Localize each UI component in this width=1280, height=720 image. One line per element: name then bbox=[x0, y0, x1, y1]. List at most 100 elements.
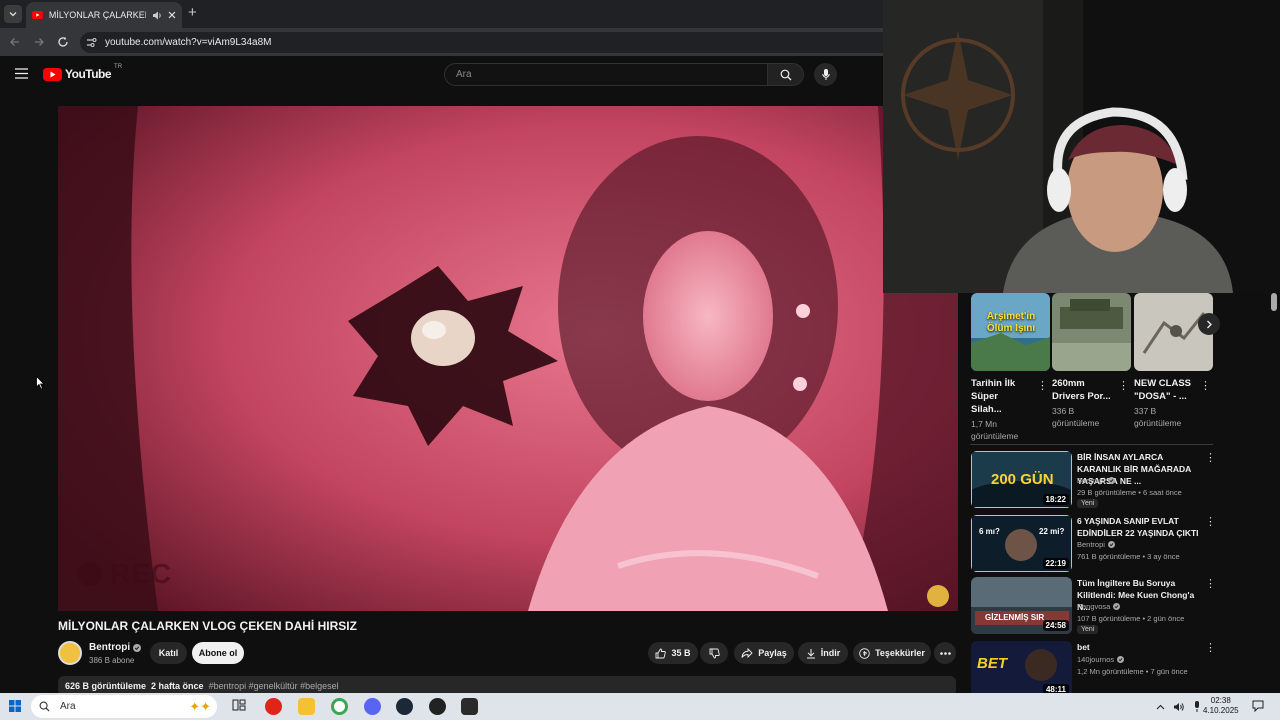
recommended-menu-icon[interactable]: ⋮ bbox=[1205, 641, 1216, 654]
obs-icon[interactable] bbox=[429, 698, 446, 715]
shelf-menu-icon[interactable]: ⋮ bbox=[1118, 379, 1129, 392]
search-button[interactable] bbox=[767, 63, 804, 86]
tab-search-button[interactable] bbox=[4, 5, 22, 23]
reload-button[interactable] bbox=[56, 35, 70, 49]
shelf-views: 337 B bbox=[1134, 406, 1157, 416]
recommended-meta: 761 B görüntüleme • 3 ay önce bbox=[1077, 552, 1180, 561]
recommended-meta: 107 B görüntüleme • 2 gün önce bbox=[1077, 614, 1185, 623]
speaker-icon[interactable] bbox=[152, 11, 162, 20]
video-duration: 24:58 bbox=[1042, 620, 1069, 631]
video-duration: 18:22 bbox=[1042, 494, 1069, 505]
shelf-next-button[interactable] bbox=[1198, 313, 1220, 335]
channel-name[interactable]: Bentropi bbox=[89, 642, 142, 653]
thumbs-down-icon bbox=[709, 648, 720, 658]
thumb-text: GİZLENMİŞ SIR bbox=[985, 613, 1045, 622]
new-badge: Yeni bbox=[1077, 499, 1099, 508]
address-bar[interactable]: youtube.com/watch?v=viAm9L34a8M bbox=[80, 32, 910, 53]
taskbar-search[interactable]: Ara ✦✦ bbox=[31, 695, 217, 718]
webcam-overlay bbox=[883, 0, 1280, 293]
recommended-thumbnail: GİZLENMİŞ SIR 24:58 bbox=[971, 577, 1072, 634]
youtube-logo-icon bbox=[43, 67, 62, 81]
rec-label: REC bbox=[110, 558, 173, 589]
shelf-menu-icon[interactable]: ⋮ bbox=[1037, 379, 1048, 392]
sidebar-scrollbar[interactable] bbox=[1271, 293, 1277, 311]
recommended-channel: Pangvosa bbox=[1077, 602, 1121, 611]
shelf-views-unit: görüntüleme bbox=[971, 431, 1019, 441]
microphone-icon bbox=[821, 68, 830, 80]
chevron-up-icon[interactable] bbox=[1156, 704, 1165, 710]
recommended-menu-icon[interactable]: ⋮ bbox=[1205, 515, 1216, 528]
more-actions-button[interactable] bbox=[934, 642, 956, 664]
region-code: TR bbox=[114, 64, 123, 70]
voice-search-button[interactable] bbox=[814, 63, 837, 86]
clock-time: 02:38 bbox=[1210, 696, 1231, 705]
recommended-menu-icon[interactable]: ⋮ bbox=[1205, 451, 1216, 464]
volume-icon[interactable] bbox=[1173, 702, 1185, 712]
site-info-icon[interactable] bbox=[86, 37, 97, 48]
recommended-title: bet bbox=[1077, 642, 1090, 652]
channel-avatar[interactable] bbox=[58, 641, 82, 665]
shelf-thumbnail bbox=[1052, 293, 1131, 371]
start-button[interactable] bbox=[9, 700, 21, 712]
steam-icon[interactable] bbox=[396, 698, 413, 715]
system-tray[interactable] bbox=[1156, 701, 1201, 712]
close-tab-icon[interactable] bbox=[168, 11, 176, 19]
microphone-icon[interactable] bbox=[1193, 701, 1201, 712]
like-button[interactable]: 35 B bbox=[648, 642, 698, 664]
recommended-thumbnail: 200 GÜN 18:22 bbox=[971, 451, 1072, 508]
shelf-card[interactable]: 260mm Drivers Por... 336 B görüntüleme ⋮ bbox=[1052, 293, 1131, 429]
system-clock[interactable]: 02:38 4.10.2025 bbox=[1203, 696, 1239, 716]
shelf-views: 336 B bbox=[1052, 406, 1075, 416]
notifications-button[interactable] bbox=[1252, 700, 1264, 712]
thanks-button[interactable]: Teşekkürler bbox=[853, 642, 931, 664]
search-input[interactable]: Ara bbox=[444, 63, 767, 86]
recommended-video[interactable]: GİZLENMİŞ SIR 24:58 Tüm İngiltere Bu Sor… bbox=[971, 577, 1216, 635]
opera-icon[interactable] bbox=[265, 698, 282, 715]
subscribe-button[interactable]: Abone ol bbox=[192, 642, 244, 664]
rec-overlay: REC bbox=[78, 558, 172, 590]
chrome-icon[interactable] bbox=[331, 698, 348, 715]
youtube-logo[interactable]: YouTube TR bbox=[43, 64, 123, 81]
search-icon bbox=[780, 69, 791, 80]
share-button[interactable]: Paylaş bbox=[734, 642, 794, 664]
task-view-icon[interactable] bbox=[232, 698, 249, 715]
forward-button[interactable] bbox=[32, 35, 46, 49]
recommended-channel-name: Bentropi bbox=[1077, 476, 1105, 485]
join-button[interactable]: Katıl bbox=[150, 642, 187, 664]
file-explorer-icon[interactable] bbox=[298, 698, 315, 715]
shelf-card[interactable]: NEW CLASS "DOSA" - ... 337 B görüntüleme… bbox=[1134, 293, 1213, 429]
chevron-right-icon bbox=[1206, 320, 1212, 328]
shelf-thumb-text: Arşimet'in Ölüm Işını bbox=[986, 311, 1036, 334]
shelf-card[interactable]: Arşimet'in Ölüm Işını Tarihin İlk Süper … bbox=[971, 293, 1050, 442]
new-tab-button[interactable]: + bbox=[188, 5, 197, 20]
recommended-video[interactable]: BET 48:11 bet 140journos 1,2 Mn görüntül… bbox=[971, 641, 1216, 699]
download-icon bbox=[806, 648, 815, 658]
dislike-button[interactable] bbox=[700, 642, 728, 664]
shelf-menu-icon[interactable]: ⋮ bbox=[1200, 379, 1211, 392]
epic-games-icon[interactable] bbox=[461, 698, 478, 715]
notification-icon bbox=[1252, 700, 1264, 712]
recommended-menu-icon[interactable]: ⋮ bbox=[1205, 577, 1216, 590]
back-button[interactable] bbox=[8, 35, 22, 49]
thumb-text: BET bbox=[977, 655, 1007, 672]
hashtags[interactable]: #bentropi #genelkültür #belgesel bbox=[209, 681, 339, 691]
shelf-views: 1,7 Mn bbox=[971, 419, 997, 429]
recommended-channel: 140journos bbox=[1077, 655, 1125, 664]
video-player[interactable]: REC bbox=[58, 106, 958, 611]
thanks-heart-icon bbox=[859, 647, 870, 659]
recommended-video[interactable]: 200 GÜN 18:22 BİR İNSAN AYLARCA KARANLIK… bbox=[971, 451, 1216, 509]
verified-icon bbox=[1107, 541, 1115, 548]
browser-tab-active[interactable]: MİLYONLAR ÇALARKEN VLOG ÇEKEN DAHİ HIRSI… bbox=[26, 2, 182, 28]
menu-button[interactable] bbox=[15, 68, 28, 79]
search-icon bbox=[39, 701, 50, 712]
new-badge: Yeni bbox=[1077, 625, 1099, 634]
recommended-title: 6 YAŞINDA SANIP EVLAT EDİNDİLER 22 YAŞIN… bbox=[1077, 516, 1199, 538]
discord-icon[interactable] bbox=[364, 698, 381, 715]
windows-taskbar: Ara ✦✦ 02:38 4.10.2025 bbox=[0, 693, 1280, 720]
recommended-video[interactable]: 6 mı? 22 mi? 22:19 6 YAŞINDA SANIP EVLAT… bbox=[971, 515, 1216, 573]
thanks-label: Teşekkürler bbox=[875, 648, 925, 658]
download-button[interactable]: İndir bbox=[798, 642, 848, 664]
clock-date: 4.10.2025 bbox=[1203, 706, 1239, 715]
sparkle-icon: ✦✦ bbox=[189, 698, 211, 714]
recommended-meta: 29 B görüntüleme • 6 saat önce bbox=[1077, 488, 1182, 497]
